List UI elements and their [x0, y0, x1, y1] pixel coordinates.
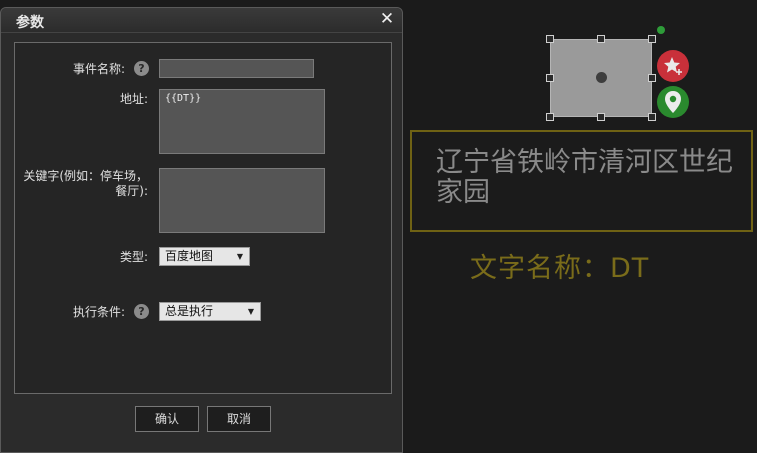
cancel-button[interactable]: 取消	[207, 406, 271, 432]
help-icon[interactable]: ?	[134, 304, 149, 319]
help-icon[interactable]: ?	[134, 61, 149, 76]
dropdown-arrow-icon: ▼	[236, 252, 243, 261]
keyword-label: 关键字(例如：停车场， 餐厅):	[11, 169, 148, 199]
dropdown-arrow-icon: ▼	[247, 307, 254, 316]
keyword-textarea[interactable]	[159, 168, 325, 233]
resize-handle-bottom-left[interactable]	[546, 113, 554, 121]
address-textarea[interactable]: {{DT}}	[159, 89, 325, 154]
rotate-handle[interactable]	[657, 26, 665, 34]
screen: 辽宁省铁岭市清河区世纪家园 文字名称：DT 参数 ✕ 事件名称: ? 地址: {…	[0, 0, 757, 453]
star-add-icon[interactable]	[657, 50, 689, 82]
close-icon[interactable]: ✕	[378, 10, 396, 28]
event-name-label: 事件名称:	[72, 62, 125, 76]
confirm-button[interactable]: 确认	[135, 406, 199, 432]
resize-handle-top[interactable]	[597, 35, 605, 43]
resize-handle-right[interactable]	[648, 74, 656, 82]
condition-select[interactable]: 总是执行 ▼	[159, 302, 261, 321]
map-pin-icon[interactable]	[657, 86, 689, 118]
dialog-titlebar[interactable]: 参数 ✕	[1, 8, 402, 33]
resize-handle-bottom[interactable]	[597, 113, 605, 121]
resize-handle-left[interactable]	[546, 74, 554, 82]
resize-handle-bottom-right[interactable]	[648, 113, 656, 121]
condition-select-value: 总是执行	[165, 304, 214, 318]
keyword-label-line1: 关键字(例如：停车场，	[23, 169, 148, 183]
type-label: 类型:	[119, 250, 148, 264]
text-name-widget[interactable]: 文字名称：DT	[470, 246, 649, 285]
keyword-label-line2: 餐厅):	[115, 184, 148, 198]
params-dialog: 参数 ✕ 事件名称: ? 地址: {{DT}} 关键字(例如：停车场， 餐厅):…	[0, 7, 403, 453]
resize-handle-top-left[interactable]	[546, 35, 554, 43]
address-label: 地址:	[119, 92, 148, 106]
type-select[interactable]: 百度地图 ▼	[159, 247, 250, 266]
dialog-title: 参数	[16, 15, 44, 31]
condition-label: 执行条件:	[72, 305, 125, 319]
center-point[interactable]	[596, 72, 607, 83]
address-text-widget[interactable]: 辽宁省铁岭市清河区世纪家园	[410, 130, 753, 232]
resize-handle-top-right[interactable]	[648, 35, 656, 43]
address-text: 辽宁省铁岭市清河区世纪家园	[436, 147, 733, 208]
event-name-input[interactable]	[159, 59, 314, 78]
type-select-value: 百度地图	[165, 249, 214, 263]
